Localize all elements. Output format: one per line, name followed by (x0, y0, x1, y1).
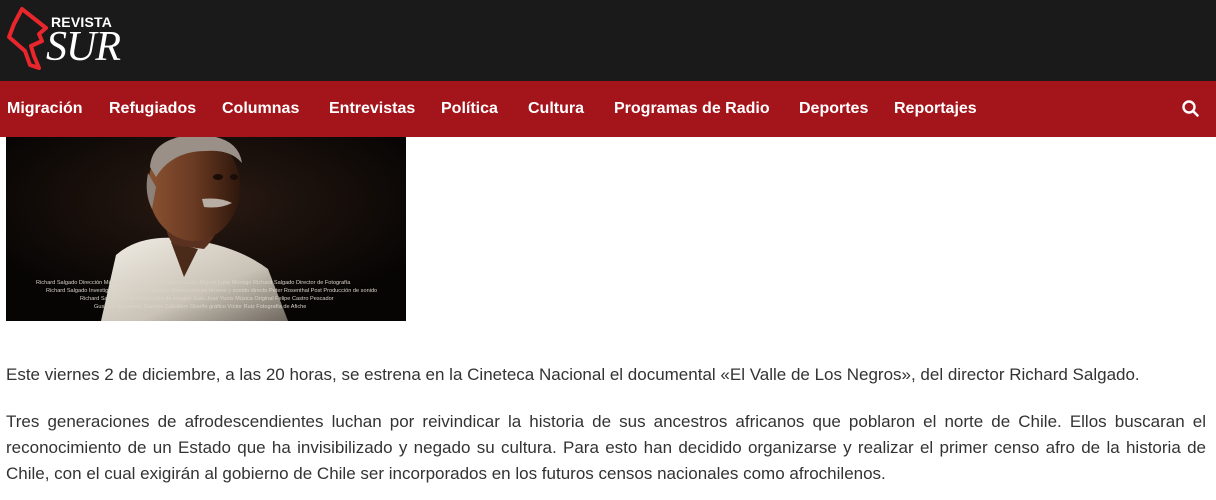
nav-item-entrevistas[interactable]: Entrevistas (329, 81, 415, 137)
logo-sur-text: SUR (46, 24, 121, 70)
search-icon (1182, 100, 1199, 117)
credits-line: Richard Salgado Investigación Sebastián … (46, 288, 378, 294)
article-paragraph-2: Tres generaciones de afrodescendientes l… (6, 412, 1206, 483)
nav-item-cultura[interactable]: Cultura (528, 81, 584, 137)
credits-line: Richard Salgado Dirección Miguel Luna y … (36, 280, 351, 286)
nav-item-programas-de-radio[interactable]: Programas de Radio (614, 81, 770, 137)
nav-item-politica[interactable]: Política (441, 81, 498, 137)
main-nav: Migración Refugiados Columnas Entrevista… (0, 81, 1216, 137)
credits-line: Gustavo Navarrete, Daniela Caballero Dis… (94, 304, 307, 310)
nav-item-columnas[interactable]: Columnas (222, 81, 299, 137)
credits-line: Richard Salgado Post Producción de image… (80, 296, 334, 302)
article-image: Richard Salgado Dirección Miguel Luna y … (6, 137, 406, 321)
search-button[interactable] (1180, 98, 1202, 120)
image-credits: Richard Salgado Dirección Miguel Luna y … (36, 279, 396, 311)
nav-item-migracion[interactable]: Migración (7, 81, 83, 137)
nav-item-deportes[interactable]: Deportes (799, 81, 868, 137)
article-paragraph-1: Este viernes 2 de diciembre, a las 20 ho… (6, 365, 1140, 384)
site-logo[interactable]: REVISTA SUR (6, 6, 136, 72)
nav-item-reportajes[interactable]: Reportajes (894, 81, 977, 137)
nav-item-refugiados[interactable]: Refugiados (109, 81, 196, 137)
site-header: REVISTA SUR (0, 0, 1216, 81)
